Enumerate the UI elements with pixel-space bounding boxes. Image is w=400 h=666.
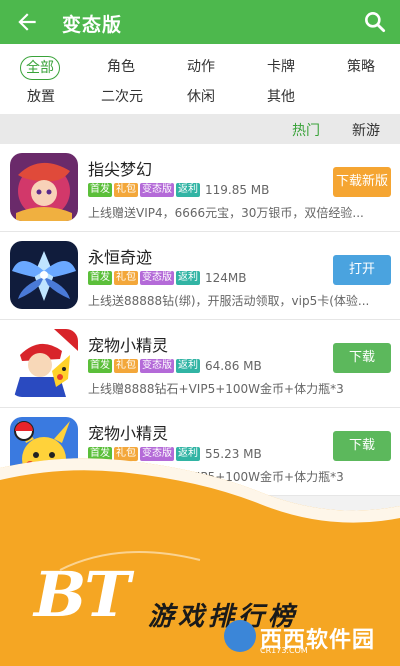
tag-list: 首发 礼包 变态版 返利 124MB <box>88 270 247 286</box>
category-filter: 全部 角色 动作 卡牌 策略 放置 二次元 休闲 其他 <box>0 44 400 114</box>
watermark-logo-icon <box>224 620 256 652</box>
crystal-wings-game-icon[interactable] <box>10 241 78 309</box>
game-name: 永恒奇迹 <box>88 248 153 267</box>
tag-rebate: 返利 <box>176 271 200 285</box>
game-description: 上线送88888钻(绑)，开服活动领取，vip5卡(体验... <box>88 294 370 308</box>
game-size: 119.85 MB <box>205 183 270 197</box>
pokemon-trainer-game-icon[interactable] <box>10 329 78 397</box>
tag-list: 首发 礼包 变态版 返利 64.86 MB <box>88 358 262 374</box>
list-item[interactable]: 宠物小精灵 首发 礼包 变态版 返利 64.86 MB 上线赠8888钻石+VI… <box>0 320 400 408</box>
game-name: 宠物小精灵 <box>88 336 169 355</box>
game-description: 上线赠送VIP4，6666元宝，30万银币，双倍经验... <box>88 206 364 220</box>
category-action[interactable]: 动作 <box>180 56 222 80</box>
list-item[interactable]: 指尖梦幻 首发 礼包 变态版 返利 119.85 MB 上线赠送VIP4，666… <box>0 144 400 232</box>
watermark: 西西软件园 CR173.COM <box>224 618 394 655</box>
arrow-back-icon[interactable] <box>14 9 40 35</box>
tab-hot[interactable]: 热门 <box>292 120 320 140</box>
watermark-subtext: CR173.COM <box>260 646 308 655</box>
list-item[interactable]: 永恒奇迹 首发 礼包 变态版 返利 124MB 上线送88888钻(绑)，开服活… <box>0 232 400 320</box>
tag-gift: 礼包 <box>114 359 138 373</box>
category-anime[interactable]: 二次元 <box>96 86 148 110</box>
tab-new[interactable]: 新游 <box>352 120 380 140</box>
page-title: 变态版 <box>62 14 123 36</box>
category-casual[interactable]: 休闲 <box>180 86 222 110</box>
sort-bar: 热门 新游 <box>0 114 400 144</box>
promo-bt-text: BT <box>34 558 131 631</box>
open-button[interactable]: 打开 <box>333 255 391 285</box>
tag-gift: 礼包 <box>114 183 138 197</box>
tag-list: 首发 礼包 变态版 返利 119.85 MB <box>88 182 269 198</box>
tag-gift: 礼包 <box>114 271 138 285</box>
category-strategy[interactable]: 策略 <box>340 56 382 80</box>
tag-first-release: 首发 <box>88 271 112 285</box>
game-size: 124MB <box>205 271 247 285</box>
category-all[interactable]: 全部 <box>20 56 60 80</box>
tag-first-release: 首发 <box>88 359 112 373</box>
download-button[interactable]: 下载 <box>333 343 391 373</box>
tag-rebate: 返利 <box>176 183 200 197</box>
fantasy-girl-game-icon[interactable] <box>10 153 78 221</box>
download-new-button[interactable]: 下载新版 <box>333 167 391 197</box>
category-idle[interactable]: 放置 <box>20 86 62 110</box>
tag-bt-version: 变态版 <box>140 271 174 285</box>
category-role[interactable]: 角色 <box>100 56 142 80</box>
tag-bt-version: 变态版 <box>140 359 174 373</box>
app-bar: 变态版 <box>0 0 400 44</box>
tag-bt-version: 变态版 <box>140 183 174 197</box>
tag-first-release: 首发 <box>88 183 112 197</box>
game-name: 指尖梦幻 <box>88 160 153 179</box>
category-card[interactable]: 卡牌 <box>260 56 302 80</box>
game-description: 上线赠8888钻石+VIP5+100W金币+体力瓶*3 <box>88 382 344 396</box>
search-icon[interactable] <box>362 9 388 35</box>
game-size: 64.86 MB <box>205 359 262 373</box>
category-other[interactable]: 其他 <box>260 86 302 110</box>
tag-rebate: 返利 <box>176 359 200 373</box>
